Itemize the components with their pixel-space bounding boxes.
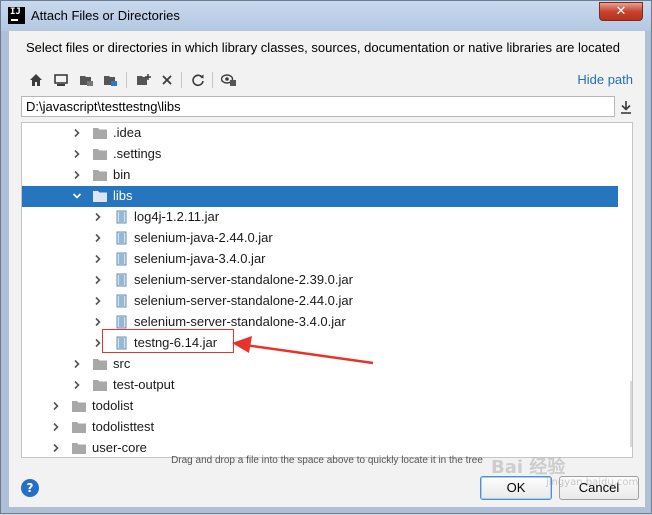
watermark-url: jingyan.baidu.com bbox=[546, 477, 639, 488]
dialog-window: IJ Attach Files or Directories ✕ Select … bbox=[0, 0, 652, 514]
watermark-logo: Bai 经验 bbox=[491, 457, 566, 478]
annotation-arrow bbox=[232, 336, 374, 365]
